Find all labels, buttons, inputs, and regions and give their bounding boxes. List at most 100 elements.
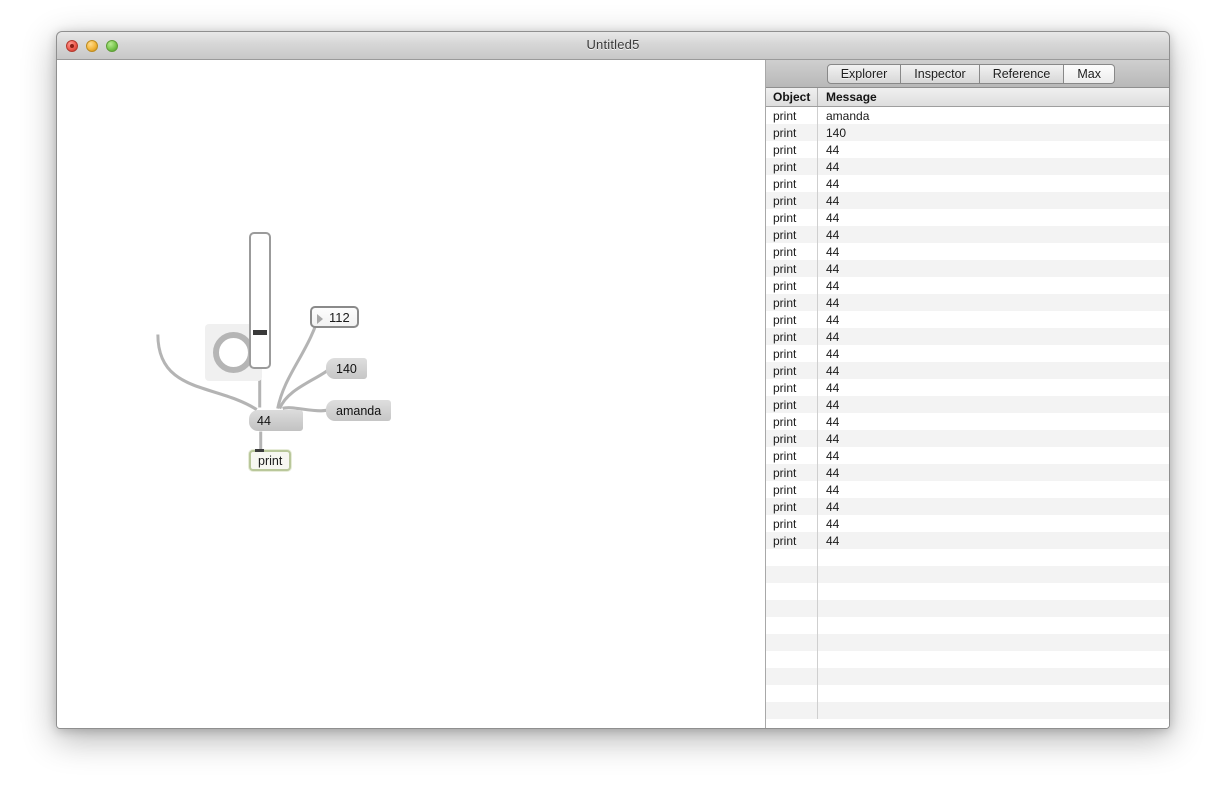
number-box-triangle-icon [317, 314, 323, 324]
table-row-empty[interactable] [766, 702, 1169, 719]
row-object [766, 634, 818, 651]
column-header-message[interactable]: Message [818, 88, 1169, 106]
row-object [766, 549, 818, 566]
row-message: 44 [826, 414, 840, 429]
row-message [818, 583, 1169, 600]
table-row[interactable]: print 44 [766, 277, 1169, 294]
row-message: 44 [826, 380, 840, 395]
number-box[interactable]: 112 [310, 306, 359, 328]
table-row-empty[interactable] [766, 600, 1169, 617]
row-message: 44 [826, 261, 840, 276]
table-row[interactable]: print 44 [766, 362, 1169, 379]
table-row-empty[interactable] [766, 685, 1169, 702]
row-message [818, 549, 1169, 566]
row-object: print [766, 413, 818, 430]
tab-max-label: Max [1077, 66, 1101, 81]
table-row-empty[interactable] [766, 566, 1169, 583]
row-object: print [766, 277, 818, 294]
table-row-empty[interactable] [766, 651, 1169, 668]
patcher-canvas[interactable]: 112 140 amanda 44 print [57, 60, 766, 728]
table-row[interactable]: print 44 [766, 294, 1169, 311]
vertical-slider[interactable] [249, 232, 271, 369]
table-row[interactable]: print 44 [766, 209, 1169, 226]
table-row[interactable]: print 44 [766, 192, 1169, 209]
table-row[interactable]: print 44 [766, 328, 1169, 345]
table-row[interactable]: print 44 [766, 396, 1169, 413]
row-message: 44 [826, 533, 840, 548]
row-object: print [766, 124, 818, 141]
row-message [818, 566, 1169, 583]
print-object[interactable]: print [249, 449, 292, 471]
message-box-44[interactable]: 44 [249, 410, 303, 431]
row-object [766, 668, 818, 685]
row-object: print [766, 379, 818, 396]
table-row[interactable]: print 44 [766, 345, 1169, 362]
table-row[interactable]: print 140 [766, 124, 1169, 141]
table-row-empty[interactable] [766, 634, 1169, 651]
table-row[interactable]: print 44 [766, 498, 1169, 515]
table-row[interactable]: print 44 [766, 464, 1169, 481]
row-message: 44 [826, 142, 840, 157]
tab-explorer[interactable]: Explorer [826, 63, 902, 84]
row-message: 44 [826, 244, 840, 259]
row-object: print [766, 532, 818, 549]
message-amanda-label: amanda [336, 403, 382, 418]
row-object: print [766, 328, 818, 345]
row-message: 140 [826, 125, 847, 140]
table-row-empty[interactable] [766, 583, 1169, 600]
row-message: 44 [826, 363, 840, 378]
table-row-empty[interactable] [766, 668, 1169, 685]
row-message: 44 [826, 465, 840, 480]
row-message: 44 [826, 397, 840, 412]
row-message: 44 [826, 516, 840, 531]
message-box-amanda[interactable]: amanda [326, 400, 392, 421]
table-row[interactable]: print 44 [766, 532, 1169, 549]
patch-cords [156, 306, 337, 472]
row-message: 44 [826, 193, 840, 208]
row-message: 44 [826, 431, 840, 446]
row-message: amanda [826, 108, 870, 123]
table-row[interactable]: print 44 [766, 447, 1169, 464]
window-titlebar[interactable]: Untitled5 [57, 32, 1169, 60]
row-object: print [766, 498, 818, 515]
bang-ring-icon [213, 332, 254, 373]
table-row[interactable]: print 44 [766, 260, 1169, 277]
table-row[interactable]: print amanda [766, 107, 1169, 124]
tab-explorer-label: Explorer [840, 66, 888, 81]
row-object [766, 685, 818, 702]
table-row[interactable]: print 44 [766, 515, 1169, 532]
table-row-empty[interactable] [766, 617, 1169, 634]
row-object [766, 583, 818, 600]
tab-inspector[interactable]: Inspector [901, 63, 980, 84]
table-row[interactable]: print 44 [766, 430, 1169, 447]
row-message [818, 634, 1169, 651]
row-object [766, 651, 818, 668]
row-message: 44 [826, 210, 840, 225]
table-row[interactable]: print 44 [766, 175, 1169, 192]
row-object: print [766, 192, 818, 209]
console-message-list[interactable]: print amanda print 140 print 44 print 44 print 44… [766, 107, 1169, 728]
row-message [818, 651, 1169, 668]
table-row[interactable]: print 44 [766, 158, 1169, 175]
message-box-140[interactable]: 140 [326, 358, 367, 379]
table-row[interactable]: print 44 [766, 243, 1169, 260]
print-object-label: print [258, 453, 283, 468]
row-object: print [766, 447, 818, 464]
table-row[interactable]: print 44 [766, 311, 1169, 328]
tab-reference[interactable]: Reference [979, 63, 1065, 84]
row-object: print [766, 345, 818, 362]
table-row[interactable]: print 44 [766, 226, 1169, 243]
window-body: 112 140 amanda 44 print Explorer Inspect… [57, 60, 1169, 728]
row-object: print [766, 481, 818, 498]
row-message [818, 702, 1169, 719]
row-object: print [766, 243, 818, 260]
tab-max[interactable]: Max [1064, 63, 1115, 84]
column-header-object[interactable]: Object [766, 88, 818, 106]
table-row[interactable]: print 44 [766, 413, 1169, 430]
tab-reference-label: Reference [992, 66, 1051, 81]
table-row[interactable]: print 44 [766, 141, 1169, 158]
table-row-empty[interactable] [766, 549, 1169, 566]
slider-handle[interactable] [253, 330, 267, 335]
table-row[interactable]: print 44 [766, 379, 1169, 396]
table-row[interactable]: print 44 [766, 481, 1169, 498]
